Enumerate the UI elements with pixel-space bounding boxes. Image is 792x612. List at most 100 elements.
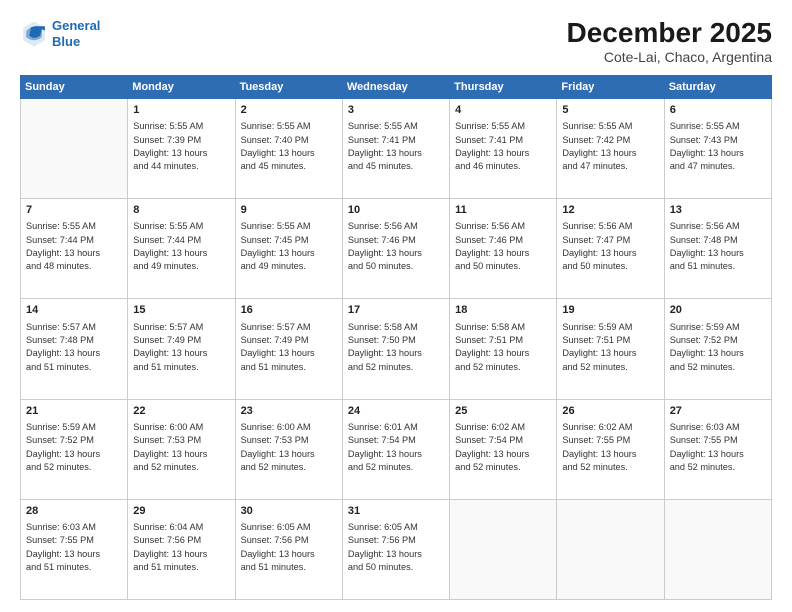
subtitle: Cote-Lai, Chaco, Argentina: [567, 49, 772, 65]
day-info: Sunrise: 5:57 AM Sunset: 7:49 PM Dayligh…: [133, 321, 229, 374]
day-info: Sunrise: 5:55 AM Sunset: 7:44 PM Dayligh…: [133, 220, 229, 273]
day-info: Sunrise: 5:56 AM Sunset: 7:46 PM Dayligh…: [348, 220, 444, 273]
weekday-header-row: SundayMondayTuesdayWednesdayThursdayFrid…: [21, 75, 772, 98]
calendar-cell: 20 Sunrise: 5:59 AM Sunset: 7:52 PM Dayli…: [664, 299, 771, 399]
day-info: Sunrise: 5:57 AM Sunset: 7:49 PM Dayligh…: [241, 321, 337, 374]
calendar-cell: 10 Sunrise: 5:56 AM Sunset: 7:46 PM Dayli…: [342, 199, 449, 299]
day-info: Sunrise: 5:55 AM Sunset: 7:41 PM Dayligh…: [455, 120, 551, 173]
day-info: Sunrise: 5:59 AM Sunset: 7:52 PM Dayligh…: [26, 421, 122, 474]
calendar-cell: 2Sunrise: 5:55 AM Sunset: 7:40 PM Daylig…: [235, 98, 342, 198]
day-info: Sunrise: 6:01 AM Sunset: 7:54 PM Dayligh…: [348, 421, 444, 474]
day-number: 9: [241, 203, 337, 218]
day-number: 15: [133, 303, 229, 318]
weekday-tuesday: Tuesday: [235, 75, 342, 98]
day-number: 16: [241, 303, 337, 318]
day-number: 14: [26, 303, 122, 318]
day-info: Sunrise: 5:59 AM Sunset: 7:51 PM Dayligh…: [562, 321, 658, 374]
weekday-wednesday: Wednesday: [342, 75, 449, 98]
calendar-cell: 27 Sunrise: 6:03 AM Sunset: 7:55 PM Dayli…: [664, 399, 771, 499]
calendar-cell: 17 Sunrise: 5:58 AM Sunset: 7:50 PM Dayli…: [342, 299, 449, 399]
weekday-thursday: Thursday: [450, 75, 557, 98]
day-info: Sunrise: 6:02 AM Sunset: 7:55 PM Dayligh…: [562, 421, 658, 474]
day-number: 26: [562, 404, 658, 419]
calendar-cell: 16 Sunrise: 5:57 AM Sunset: 7:49 PM Dayli…: [235, 299, 342, 399]
logo-icon: [20, 20, 48, 48]
calendar-cell: [450, 499, 557, 599]
calendar-cell: 4 Sunrise: 5:55 AM Sunset: 7:41 PM Daylig…: [450, 98, 557, 198]
week-row-1: 1 Sunrise: 5:55 AM Sunset: 7:39 PM Daylig…: [21, 98, 772, 198]
calendar-cell: 26 Sunrise: 6:02 AM Sunset: 7:55 PM Dayli…: [557, 399, 664, 499]
page: General Blue December 2025 Cote-Lai, Cha…: [0, 0, 792, 612]
calendar-cell: 24Sunrise: 6:01 AM Sunset: 7:54 PM Dayli…: [342, 399, 449, 499]
day-number: 5: [562, 103, 658, 118]
calendar-cell: 15 Sunrise: 5:57 AM Sunset: 7:49 PM Dayli…: [128, 299, 235, 399]
day-number: 28: [26, 504, 122, 519]
weekday-saturday: Saturday: [664, 75, 771, 98]
calendar-cell: [664, 499, 771, 599]
day-number: 12: [562, 203, 658, 218]
day-number: 8: [133, 203, 229, 218]
calendar-cell: 6Sunrise: 5:55 AM Sunset: 7:43 PM Daylig…: [664, 98, 771, 198]
day-number: 3: [348, 103, 444, 118]
header: General Blue December 2025 Cote-Lai, Cha…: [20, 18, 772, 65]
calendar-table: SundayMondayTuesdayWednesdayThursdayFrid…: [20, 75, 772, 600]
day-number: 29: [133, 504, 229, 519]
calendar-cell: [21, 98, 128, 198]
logo-line2: Blue: [52, 34, 80, 49]
day-number: 19: [562, 303, 658, 318]
logo-line1: General: [52, 18, 100, 33]
day-info: Sunrise: 5:55 AM Sunset: 7:44 PM Dayligh…: [26, 220, 122, 273]
day-number: 11: [455, 203, 551, 218]
day-info: Sunrise: 6:03 AM Sunset: 7:55 PM Dayligh…: [26, 521, 122, 574]
day-info: Sunrise: 5:56 AM Sunset: 7:47 PM Dayligh…: [562, 220, 658, 273]
calendar-cell: 8 Sunrise: 5:55 AM Sunset: 7:44 PM Daylig…: [128, 199, 235, 299]
day-info: Sunrise: 5:56 AM Sunset: 7:46 PM Dayligh…: [455, 220, 551, 273]
day-number: 25: [455, 404, 551, 419]
day-number: 1: [133, 103, 229, 118]
day-info: Sunrise: 6:00 AM Sunset: 7:53 PM Dayligh…: [241, 421, 337, 474]
weekday-monday: Monday: [128, 75, 235, 98]
calendar-cell: 19 Sunrise: 5:59 AM Sunset: 7:51 PM Dayli…: [557, 299, 664, 399]
week-row-2: 7 Sunrise: 5:55 AM Sunset: 7:44 PM Daylig…: [21, 199, 772, 299]
day-info: Sunrise: 6:03 AM Sunset: 7:55 PM Dayligh…: [670, 421, 766, 474]
day-number: 27: [670, 404, 766, 419]
day-number: 20: [670, 303, 766, 318]
day-number: 17: [348, 303, 444, 318]
calendar-cell: 31 Sunrise: 6:05 AM Sunset: 7:56 PM Dayli…: [342, 499, 449, 599]
day-number: 4: [455, 103, 551, 118]
calendar-cell: 9 Sunrise: 5:55 AM Sunset: 7:45 PM Daylig…: [235, 199, 342, 299]
calendar-cell: 13 Sunrise: 5:56 AM Sunset: 7:48 PM Dayli…: [664, 199, 771, 299]
title-block: December 2025 Cote-Lai, Chaco, Argentina: [567, 18, 772, 65]
day-info: Sunrise: 5:58 AM Sunset: 7:50 PM Dayligh…: [348, 321, 444, 374]
weekday-friday: Friday: [557, 75, 664, 98]
day-number: 2: [241, 103, 337, 118]
day-number: 10: [348, 203, 444, 218]
day-info: Sunrise: 5:59 AM Sunset: 7:52 PM Dayligh…: [670, 321, 766, 374]
day-info: Sunrise: 5:55 AM Sunset: 7:41 PM Dayligh…: [348, 120, 444, 173]
day-info: Sunrise: 5:55 AM Sunset: 7:42 PM Dayligh…: [562, 120, 658, 173]
day-number: 7: [26, 203, 122, 218]
day-info: Sunrise: 6:05 AM Sunset: 7:56 PM Dayligh…: [348, 521, 444, 574]
calendar-cell: 3 Sunrise: 5:55 AM Sunset: 7:41 PM Daylig…: [342, 98, 449, 198]
calendar-cell: 7 Sunrise: 5:55 AM Sunset: 7:44 PM Daylig…: [21, 199, 128, 299]
weekday-sunday: Sunday: [21, 75, 128, 98]
day-number: 6: [670, 103, 766, 118]
calendar-cell: 21Sunrise: 5:59 AM Sunset: 7:52 PM Dayli…: [21, 399, 128, 499]
day-info: Sunrise: 5:56 AM Sunset: 7:48 PM Dayligh…: [670, 220, 766, 273]
calendar-cell: 23Sunrise: 6:00 AM Sunset: 7:53 PM Dayli…: [235, 399, 342, 499]
calendar-cell: 30Sunrise: 6:05 AM Sunset: 7:56 PM Dayli…: [235, 499, 342, 599]
main-title: December 2025: [567, 18, 772, 49]
day-info: Sunrise: 6:04 AM Sunset: 7:56 PM Dayligh…: [133, 521, 229, 574]
calendar-cell: 25Sunrise: 6:02 AM Sunset: 7:54 PM Dayli…: [450, 399, 557, 499]
logo-text: General Blue: [52, 18, 100, 49]
day-info: Sunrise: 6:00 AM Sunset: 7:53 PM Dayligh…: [133, 421, 229, 474]
day-number: 31: [348, 504, 444, 519]
day-info: Sunrise: 5:55 AM Sunset: 7:39 PM Dayligh…: [133, 120, 229, 173]
calendar-cell: 5 Sunrise: 5:55 AM Sunset: 7:42 PM Daylig…: [557, 98, 664, 198]
day-info: Sunrise: 5:55 AM Sunset: 7:45 PM Dayligh…: [241, 220, 337, 273]
logo: General Blue: [20, 18, 100, 49]
week-row-5: 28 Sunrise: 6:03 AM Sunset: 7:55 PM Dayli…: [21, 499, 772, 599]
day-number: 13: [670, 203, 766, 218]
calendar-body: 1 Sunrise: 5:55 AM Sunset: 7:39 PM Daylig…: [21, 98, 772, 599]
day-info: Sunrise: 6:05 AM Sunset: 7:56 PM Dayligh…: [241, 521, 337, 574]
